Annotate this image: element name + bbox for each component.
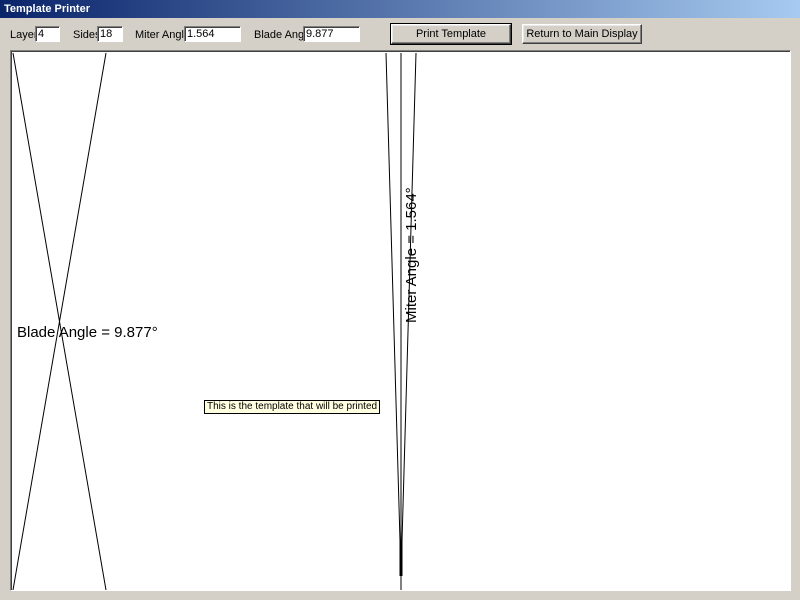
blade-angle-field[interactable] (303, 26, 360, 42)
miter-angle-text: Miter Angle = 1.564° (403, 187, 420, 323)
template-tooltip: This is the template that will be printe… (204, 400, 381, 414)
template-printer-window: Template Printer Layer: Sides: Miter Ang… (0, 0, 800, 600)
miter-angle-field[interactable] (184, 26, 241, 42)
window-title: Template Printer (0, 0, 800, 18)
return-to-main-display-button[interactable]: Return to Main Display (522, 24, 642, 44)
miter-line-left (385, 52, 401, 542)
layer-field[interactable] (35, 26, 60, 42)
template-drawing: Blade Angle = 9.877° Miter Angle = 1.564… (12, 52, 420, 590)
template-preview-canvas: Blade Angle = 9.877° Miter Angle = 1.564… (10, 50, 791, 591)
sides-field[interactable] (97, 26, 123, 42)
blade-angle-text: Blade Angle = 9.877° (17, 324, 158, 341)
print-template-button[interactable]: Print Template (390, 23, 512, 45)
